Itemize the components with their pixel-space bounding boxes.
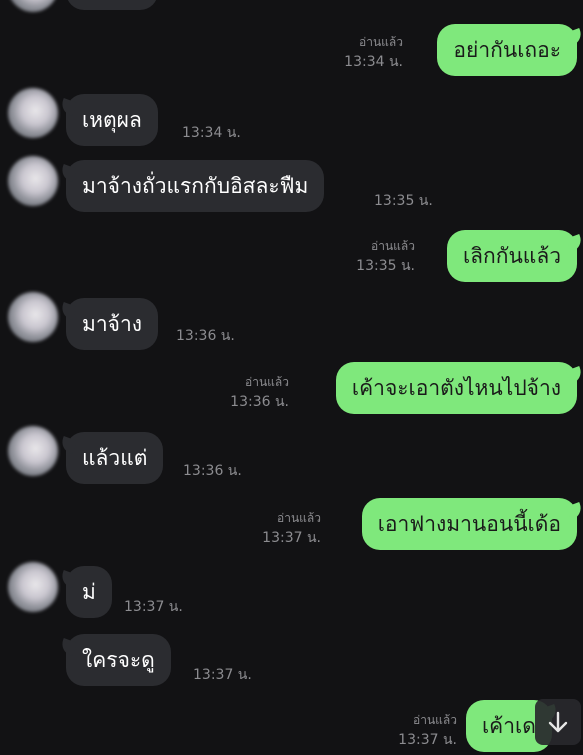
message-bubble-incoming[interactable]: ใครจะดู bbox=[66, 634, 171, 686]
read-receipt: อ่านแล้ว bbox=[359, 35, 403, 49]
contact-avatar[interactable] bbox=[8, 156, 58, 206]
message-time: 13:36 น. bbox=[183, 463, 242, 479]
message-time: 13:36 น. bbox=[230, 394, 289, 410]
contact-avatar[interactable] bbox=[8, 562, 58, 612]
message-meta: อ่านแล้ว 13:35 น. bbox=[356, 236, 415, 276]
scroll-to-bottom-button[interactable] bbox=[535, 699, 581, 745]
message-bubble-outgoing[interactable]: เลิกกันแล้ว bbox=[446, 230, 577, 282]
message-bubble-incoming[interactable]: มาจ้างถั่วแรกกับอิสละฟืม bbox=[66, 160, 325, 212]
message-bubble-incoming[interactable]: มาจ้าง bbox=[66, 298, 158, 350]
contact-avatar[interactable] bbox=[8, 88, 58, 138]
read-receipt: อ่านแล้ว bbox=[371, 239, 415, 253]
contact-avatar[interactable] bbox=[8, 292, 58, 342]
message-bubble-incoming[interactable]: แล้วแต่ bbox=[66, 432, 164, 484]
arrow-down-icon bbox=[548, 711, 568, 733]
message-time: 13:37 น. bbox=[124, 599, 183, 615]
message-time: 13:34 น. bbox=[182, 125, 241, 141]
message-meta: อ่านแล้ว 13:37 น. bbox=[398, 710, 457, 750]
chat-message-list[interactable]: อ่านแล้ว 13:34 น. อย่ากันเถอะ เหตุผล 13:… bbox=[0, 0, 583, 755]
message-bubble-outgoing[interactable]: เค้าจะเอาตังไหนไปจ้าง bbox=[335, 362, 577, 414]
message-bubble-outgoing[interactable]: เอาฟางมานอนนี้เด้อ bbox=[361, 498, 577, 550]
message-time: 13:34 น. bbox=[344, 54, 403, 70]
contact-avatar[interactable] bbox=[8, 0, 58, 12]
message-meta: อ่านแล้ว 13:36 น. bbox=[230, 372, 289, 412]
contact-avatar[interactable] bbox=[8, 426, 58, 476]
message-time: 13:37 น. bbox=[262, 530, 321, 546]
message-bubble-incoming[interactable]: ม่ bbox=[66, 566, 112, 618]
message-time: 13:37 น. bbox=[398, 732, 457, 748]
read-receipt: อ่านแล้ว bbox=[277, 511, 321, 525]
message-bubble-outgoing[interactable]: อย่ากันเถอะ bbox=[437, 24, 577, 76]
message-bubble-incoming-partial bbox=[66, 0, 158, 10]
message-meta: อ่านแล้ว 13:34 น. bbox=[344, 32, 403, 72]
message-time: 13:37 น. bbox=[193, 667, 252, 683]
message-bubble-incoming[interactable]: เหตุผล bbox=[66, 94, 158, 146]
message-time: 13:36 น. bbox=[176, 328, 235, 344]
message-time: 13:35 น. bbox=[374, 193, 433, 209]
message-time: 13:35 น. bbox=[356, 258, 415, 274]
read-receipt: อ่านแล้ว bbox=[413, 713, 457, 727]
read-receipt: อ่านแล้ว bbox=[245, 375, 289, 389]
message-meta: อ่านแล้ว 13:37 น. bbox=[262, 508, 321, 548]
